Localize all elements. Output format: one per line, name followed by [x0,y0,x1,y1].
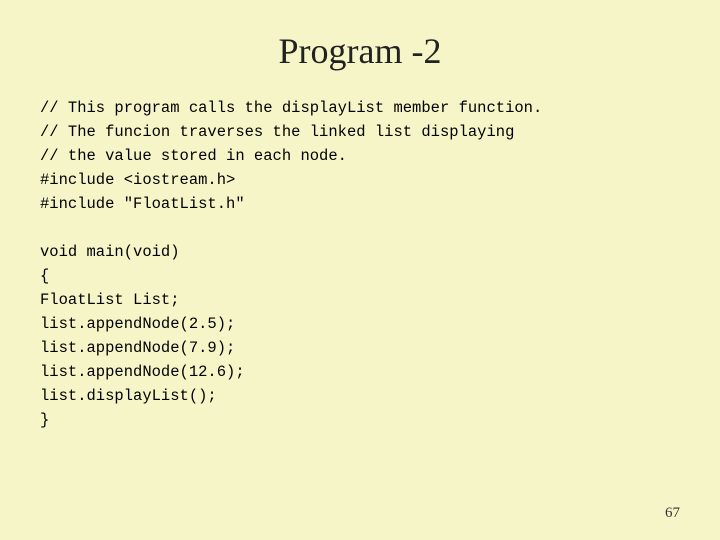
slide: Program -2 // This program calls the dis… [0,0,720,540]
page-number: 67 [665,505,680,522]
code-block: // This program calls the displayList me… [40,96,680,432]
slide-title: Program -2 [40,30,680,72]
